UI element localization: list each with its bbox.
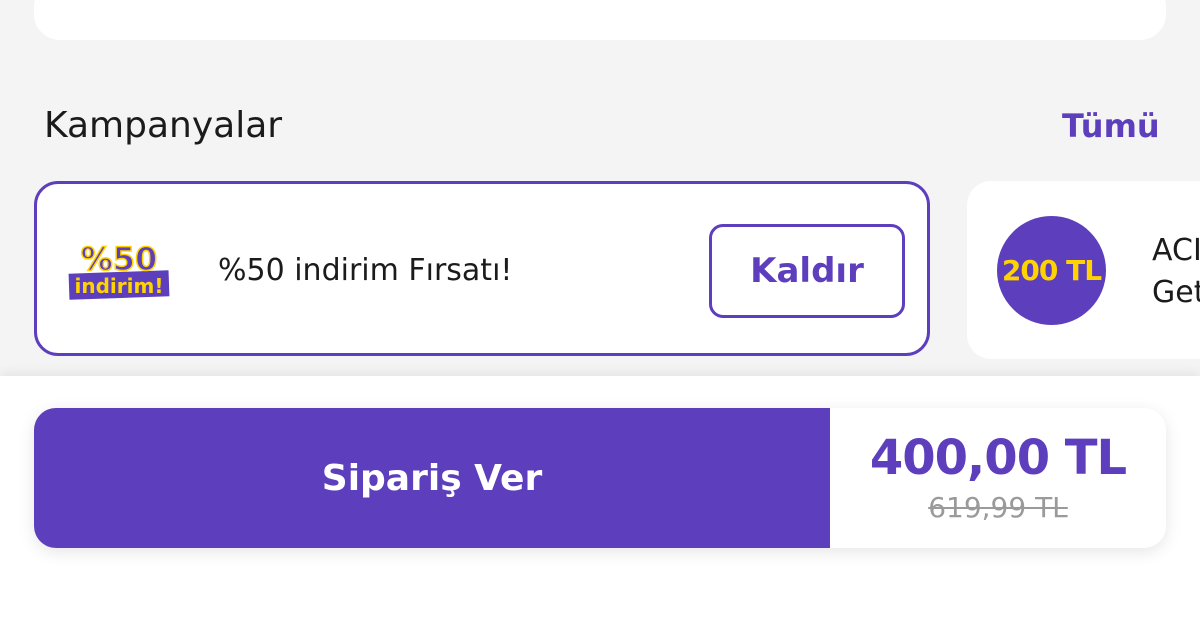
checkout-bar: Sipariş Ver 400,00 TL 619,99 TL <box>34 408 1166 548</box>
campaign-title: %50 indirim Fırsatı! <box>218 253 513 288</box>
campaign-title-2-line1: ACI <box>1152 233 1200 268</box>
logo-indirim-text: indirim! <box>75 274 164 298</box>
place-order-button[interactable]: Sipariş Ver <box>34 408 830 548</box>
section-title: Kampanyalar <box>44 105 283 146</box>
logo-percent-text: %50 <box>81 240 158 278</box>
campaign-title-2: ACI Get <box>1152 230 1200 314</box>
see-all-link[interactable]: Tümü <box>1062 101 1160 151</box>
campaign-badge-text: 200 TL <box>1001 254 1102 287</box>
campaign-badge: 200 TL <box>997 216 1106 325</box>
campaign-title-2-line2: Get <box>1152 275 1200 310</box>
price-old: 619,99 TL <box>928 491 1068 524</box>
price-summary: 400,00 TL 619,99 TL <box>830 408 1166 548</box>
price-current: 400,00 TL <box>869 430 1127 486</box>
remove-campaign-button[interactable]: Kaldır <box>709 224 905 318</box>
discount-logo-icon: %50 indirim! <box>68 239 170 300</box>
top-card <box>34 0 1166 40</box>
